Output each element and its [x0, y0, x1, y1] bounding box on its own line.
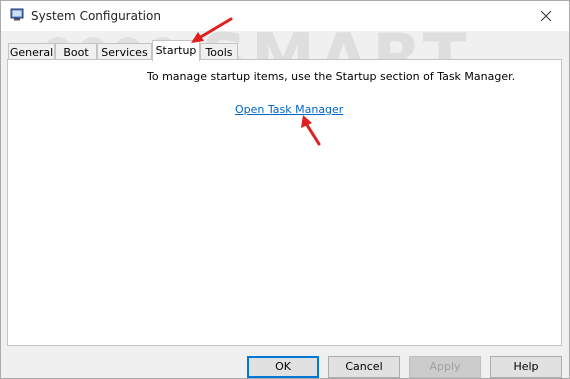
- tab-boot[interactable]: Boot: [55, 43, 97, 60]
- startup-panel: To manage startup items, use the Startup…: [7, 59, 562, 346]
- tab-tools[interactable]: Tools: [200, 43, 238, 60]
- close-button[interactable]: [523, 1, 569, 31]
- system-config-icon: [10, 8, 24, 21]
- window-title: System Configuration: [31, 9, 161, 23]
- title-bar: System Configuration: [1, 1, 569, 31]
- tab-services[interactable]: Services: [97, 43, 152, 60]
- open-task-manager-link[interactable]: Open Task Manager: [235, 103, 343, 116]
- close-icon: [540, 10, 552, 22]
- apply-button[interactable]: Apply: [409, 356, 481, 378]
- cancel-button[interactable]: Cancel: [328, 356, 400, 378]
- tab-general[interactable]: General: [8, 43, 55, 60]
- help-button[interactable]: Help: [490, 356, 562, 378]
- tab-startup[interactable]: Startup: [152, 40, 200, 61]
- ok-button[interactable]: OK: [247, 356, 319, 378]
- startup-info-text: To manage startup items, use the Startup…: [147, 70, 516, 83]
- system-configuration-window: SMART PCUSER System Configuration Genera…: [0, 0, 570, 379]
